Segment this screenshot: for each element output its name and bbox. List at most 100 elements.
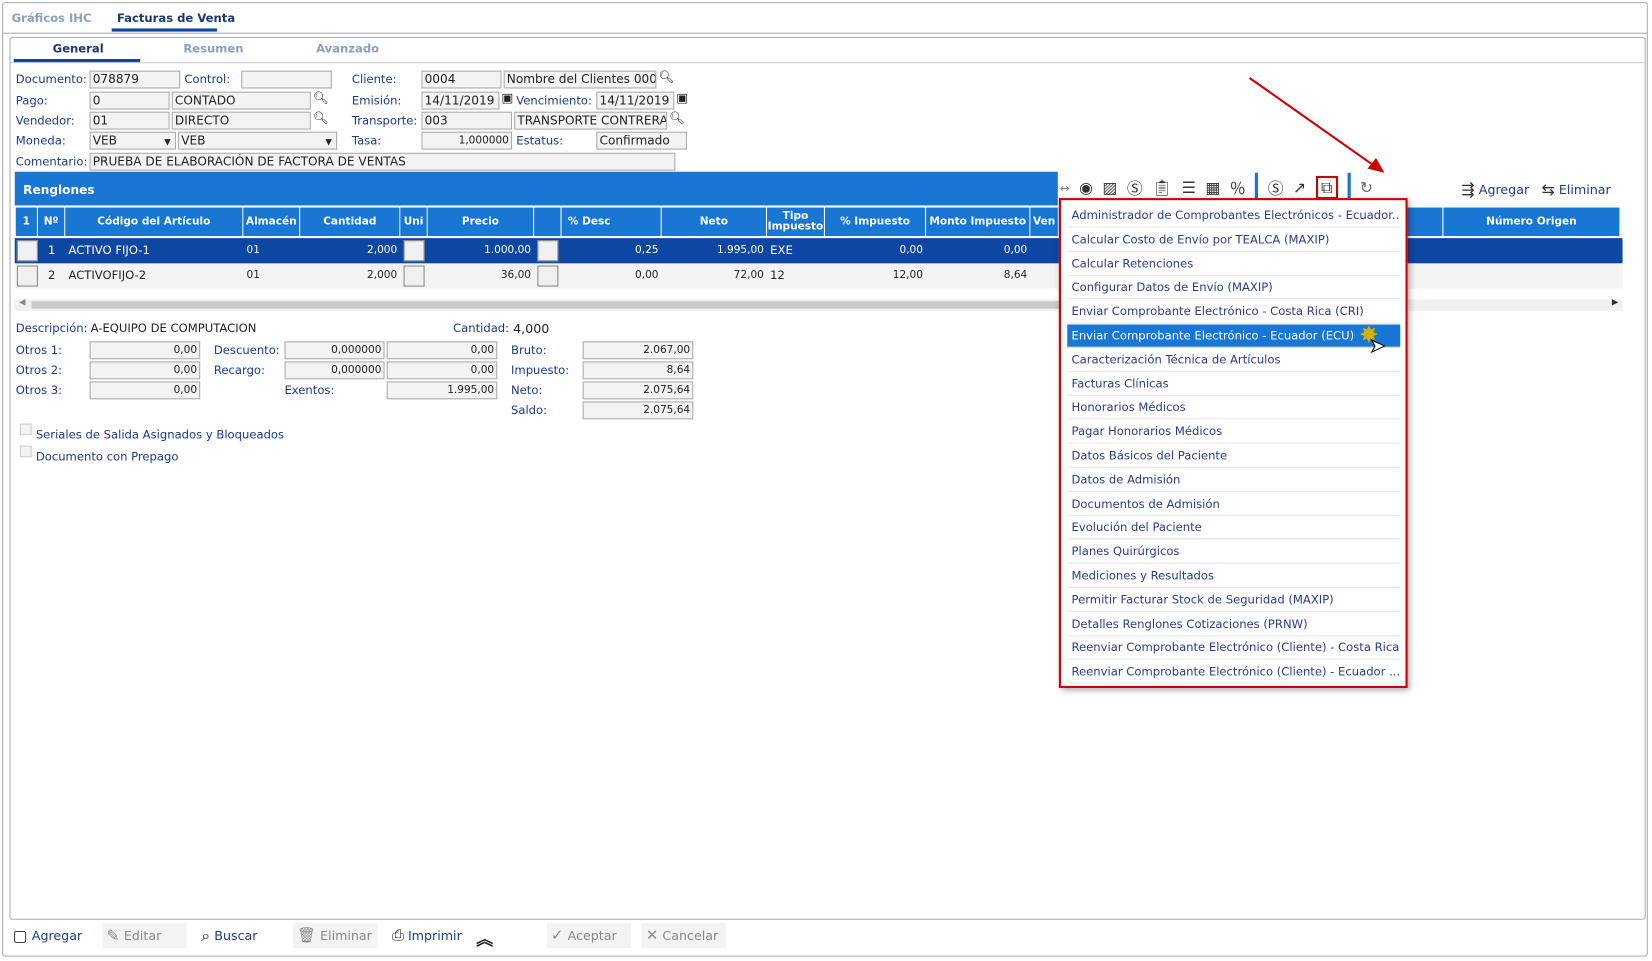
column-header[interactable]: % Impuesto (824, 207, 927, 237)
puzzle-icon[interactable]: ⧉ (1315, 175, 1338, 200)
menu-item[interactable]: Detalles Renglones Cotizaciones (PRNW) (1067, 613, 1401, 636)
image-icon[interactable]: ▨ (1102, 178, 1117, 197)
menu-item[interactable]: Planes Quirúrgicos (1067, 541, 1401, 564)
transporte-name-field[interactable]: TRANSPORTE CONTRERA (514, 111, 667, 130)
external-link-icon[interactable]: ↗ (1293, 178, 1306, 197)
editar-button[interactable]: ✎ Editar (102, 922, 187, 949)
search-icon[interactable]: 🔍︎ (313, 111, 329, 126)
menu-item[interactable]: Reenviar Comprobante Electrónico (Client… (1067, 637, 1401, 660)
menu-item[interactable]: Evolución del Paciente (1067, 517, 1401, 540)
cancelar-button[interactable]: ✕ Cancelar (641, 922, 726, 949)
buscar-button[interactable]: ⌕ Buscar (197, 923, 262, 948)
menu-item[interactable]: Enviar Comprobante Electrónico - Costa R… (1067, 300, 1401, 324)
menu-item[interactable]: Mediciones y Resultados (1067, 565, 1401, 588)
column-header[interactable]: Nº (37, 207, 66, 237)
menu-item[interactable]: Datos Básicos del Paciente (1067, 445, 1401, 468)
menu-item[interactable]: Caracterización Técnica de Artículos (1067, 349, 1401, 372)
column-header[interactable]: % Desc (561, 207, 662, 237)
menu-item[interactable]: Administrador de Comprobantes Electrónic… (1067, 204, 1401, 228)
search-icon[interactable]: 🔍︎ (669, 111, 685, 126)
cliente-name-field[interactable]: Nombre del Clientes 000 (503, 70, 657, 89)
percent-icon[interactable]: ％ (1230, 176, 1246, 198)
recargo-pct-field[interactable]: 0,000000 (284, 361, 385, 380)
emision-date-field[interactable]: 14/11/2019 (421, 91, 500, 110)
column-header[interactable]: Ven (1030, 207, 1059, 237)
moneda-select[interactable]: VEB (89, 131, 176, 150)
menu-item[interactable]: Calcular Costo de Envío por TEALCA (MAXI… (1067, 228, 1401, 252)
vendedor-name-field[interactable]: DIRECTO (171, 111, 311, 130)
menu-item[interactable]: Configurar Datos de Envío (MAXIP) (1067, 276, 1401, 300)
menu-item[interactable]: Pagar Honorarios Médicos (1067, 421, 1401, 444)
grid-add-button[interactable]: ⇶ Agregar (1457, 177, 1533, 202)
moneda-name-select[interactable]: VEB (178, 131, 338, 150)
column-header[interactable]: Neto (661, 207, 768, 237)
menu-item[interactable]: Enviar Comprobante Electrónico - Ecuador… (1067, 324, 1401, 348)
dollar-icon[interactable]: Ⓢ (1268, 176, 1284, 198)
tasa-field[interactable]: 1,000000 (421, 131, 513, 150)
seriales-checkbox[interactable] (20, 423, 32, 436)
column-header[interactable]: Uni (400, 207, 428, 237)
descuento-field[interactable]: 0,00 (386, 341, 498, 360)
tab-facturas-de-venta[interactable]: Facturas de Venta (117, 12, 235, 26)
boxes-icon[interactable]: ▦ (1205, 178, 1220, 197)
menu-item[interactable]: Documentos de Admisión (1067, 493, 1401, 516)
user-circle-icon[interactable]: ◉ (1079, 178, 1093, 197)
chevron-double-up-icon[interactable]: ︽ (476, 925, 493, 950)
menu-item[interactable]: Honorarios Médicos (1067, 397, 1401, 420)
grid-delete-button[interactable]: ⇆ Eliminar (1537, 177, 1615, 202)
column-header[interactable] (534, 207, 562, 237)
pago-name-field[interactable]: CONTADO (171, 91, 311, 110)
imprimir-button[interactable]: ⎙ Imprimir (388, 923, 466, 948)
calendar-icon[interactable]: ▣ (502, 91, 514, 106)
subtab-avanzado[interactable]: Avanzado (316, 42, 379, 56)
unit-button[interactable] (403, 240, 425, 262)
cliente-code-field[interactable]: 0004 (421, 70, 502, 89)
column-header[interactable]: Cantidad (300, 207, 401, 237)
vencimiento-date-field[interactable]: 14/11/2019 (596, 91, 675, 110)
subtab-resumen[interactable]: Resumen (183, 42, 243, 56)
menu-item[interactable]: Calcular Retenciones (1067, 252, 1401, 276)
column-header[interactable]: Monto Impuesto (926, 207, 1031, 237)
otros2-field[interactable]: 0,00 (89, 361, 201, 380)
recargo-field[interactable]: 0,00 (386, 361, 498, 380)
tab-graficos-ihc[interactable]: Gráficos IHC (12, 12, 92, 26)
subtab-general[interactable]: General (53, 42, 104, 56)
clipboard-check-icon[interactable]: 📋︎ (1152, 178, 1172, 197)
vendedor-code-field[interactable]: 01 (89, 111, 170, 130)
cell-n: 1 (47, 243, 56, 258)
row-select-checkbox[interactable] (16, 265, 38, 287)
column-header[interactable]: Tipo Impuesto (767, 207, 825, 237)
row-select-checkbox[interactable] (16, 240, 38, 262)
transporte-code-field[interactable]: 003 (421, 111, 513, 130)
menu-item[interactable]: Facturas Clínicas (1067, 373, 1401, 396)
list-icon[interactable]: ☰ (1182, 178, 1196, 197)
refresh-icon[interactable]: ↻ (1360, 178, 1373, 197)
expand-icon[interactable]: ↔ (1060, 181, 1070, 195)
unit-button[interactable] (403, 265, 425, 287)
eliminar-button[interactable]: 🗑︎ Eliminar (292, 922, 378, 949)
prepago-checkbox[interactable] (20, 445, 32, 458)
descuento-pct-field[interactable]: 0,000000 (284, 341, 385, 360)
column-header[interactable]: Almacén (243, 207, 301, 237)
column-header[interactable]: Número Origen (1443, 207, 1621, 237)
menu-item[interactable]: Permitir Facturar Stock de Seguridad (MA… (1067, 589, 1401, 612)
comentario-field[interactable]: PRUEBA DE ELABORACIÓN DE FACTORA DE VENT… (89, 152, 676, 171)
dollar-icon[interactable]: Ⓢ (1127, 176, 1143, 198)
column-header[interactable]: Precio (427, 207, 535, 237)
column-header[interactable]: 1 (15, 207, 38, 237)
control-field[interactable] (241, 70, 332, 89)
menu-item[interactable]: Datos de Admisión (1067, 469, 1401, 492)
otros3-field[interactable]: 0,00 (89, 381, 201, 400)
column-header[interactable]: Código del Artículo (65, 207, 244, 237)
agregar-button[interactable]: ▢ Agregar (8, 923, 86, 948)
otros1-field[interactable]: 0,00 (89, 341, 201, 360)
pago-code-field[interactable]: 0 (89, 91, 170, 110)
price-option-button[interactable] (537, 240, 559, 262)
aceptar-button[interactable]: ✓ Aceptar (546, 922, 632, 949)
menu-item[interactable]: Reenviar Comprobante Electrónico (Client… (1067, 661, 1401, 684)
documento-field[interactable]: 078879 (89, 70, 181, 89)
search-icon[interactable]: 🔍︎ (313, 91, 329, 106)
price-option-button[interactable] (537, 265, 559, 287)
calendar-icon[interactable]: ▣ (676, 91, 688, 106)
search-icon[interactable]: 🔍︎ (659, 70, 675, 85)
